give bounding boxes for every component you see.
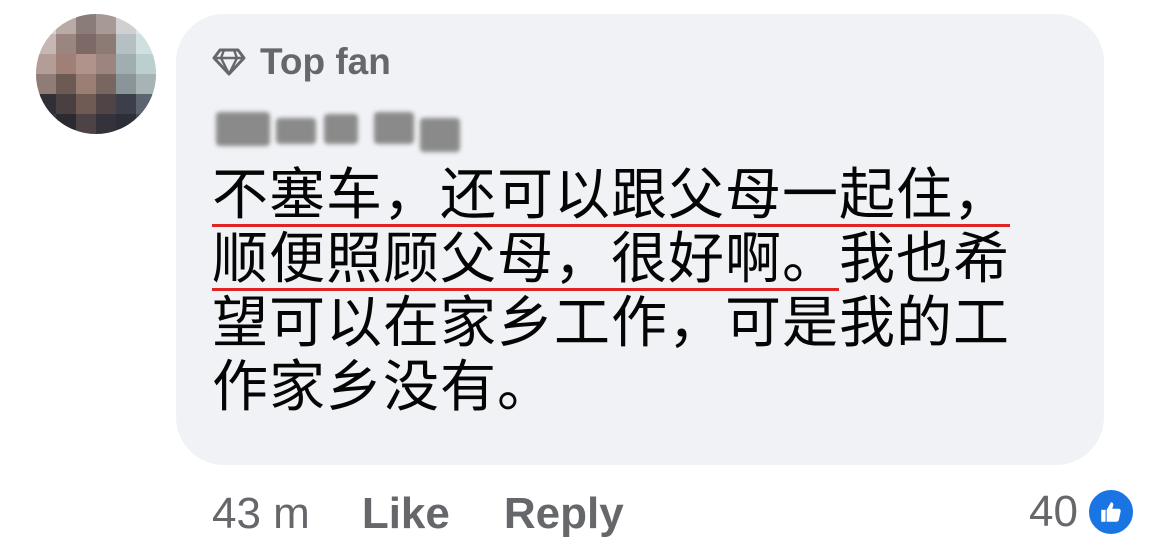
underlined-text: 顺便照顾父母，很好啊。 bbox=[212, 227, 839, 292]
avatar-pixel bbox=[36, 14, 56, 34]
comment-line: 顺便照顾父母，很好啊。我也希 bbox=[212, 228, 1082, 292]
avatar-pixel bbox=[76, 34, 96, 54]
avatar-pixel bbox=[116, 34, 136, 54]
reaction-summary[interactable]: 40 bbox=[1029, 484, 1136, 540]
thumbs-up-icon bbox=[1086, 487, 1136, 537]
avatar-pixel bbox=[136, 94, 156, 114]
reply-button[interactable]: Reply bbox=[504, 489, 624, 539]
avatar-pixel bbox=[76, 94, 96, 114]
avatar[interactable] bbox=[36, 14, 156, 134]
comment-line: 望可以在家乡工作，可是我的工 bbox=[212, 291, 1010, 356]
avatar-pixel bbox=[136, 14, 156, 34]
avatar-pixel bbox=[76, 14, 96, 34]
avatar-pixel bbox=[116, 94, 136, 114]
avatar-pixel bbox=[136, 34, 156, 54]
like-button[interactable]: Like bbox=[362, 489, 450, 539]
avatar-pixel bbox=[56, 114, 76, 134]
avatar-pixel bbox=[136, 74, 156, 94]
underlined-text: 不塞车，还可以跟父母一起住， bbox=[212, 163, 1010, 228]
avatar-pixel bbox=[116, 114, 136, 134]
avatar-pixel bbox=[76, 54, 96, 74]
diamond-icon bbox=[212, 48, 246, 76]
avatar-pixel bbox=[116, 74, 136, 94]
avatar-pixel bbox=[36, 114, 56, 134]
avatar-pixel bbox=[56, 34, 76, 54]
comment-line: 作家乡没有。 bbox=[212, 355, 554, 420]
avatar-pixel bbox=[56, 74, 76, 94]
avatar-pixel bbox=[56, 14, 76, 34]
avatar-pixel bbox=[76, 114, 96, 134]
comment-actions: 43 m Like Reply bbox=[212, 486, 678, 542]
avatar-pixel bbox=[96, 114, 116, 134]
top-fan-badge[interactable]: Top fan bbox=[212, 40, 391, 84]
avatar-pixel bbox=[96, 14, 116, 34]
reaction-count: 40 bbox=[1029, 487, 1078, 536]
commenter-name-blurred[interactable] bbox=[216, 104, 464, 152]
comment-text-segment: 我也希 bbox=[839, 227, 1010, 292]
avatar-pixel bbox=[96, 54, 116, 74]
avatar-pixel bbox=[56, 94, 76, 114]
avatar-pixel bbox=[96, 34, 116, 54]
avatar-pixel bbox=[116, 14, 136, 34]
comment-line: 不塞车，还可以跟父母一起住， bbox=[212, 164, 1082, 228]
avatar-pixel bbox=[116, 54, 136, 74]
avatar-pixel bbox=[36, 94, 56, 114]
avatar-pixel bbox=[96, 74, 116, 94]
avatar-pixel bbox=[76, 74, 96, 94]
comment-text: 不塞车，还可以跟父母一起住， 顺便照顾父母，很好啊。我也希 望可以在家乡工作，可… bbox=[212, 164, 1082, 420]
avatar-pixel bbox=[136, 114, 156, 134]
avatar-pixel bbox=[136, 54, 156, 74]
badge-label: Top fan bbox=[260, 41, 391, 82]
avatar-pixel bbox=[36, 34, 56, 54]
avatar-pixel bbox=[56, 54, 76, 74]
avatar-pixel bbox=[36, 54, 56, 74]
comment-timestamp[interactable]: 43 m bbox=[212, 489, 310, 539]
avatar-pixel bbox=[36, 74, 56, 94]
avatar-pixel bbox=[96, 94, 116, 114]
